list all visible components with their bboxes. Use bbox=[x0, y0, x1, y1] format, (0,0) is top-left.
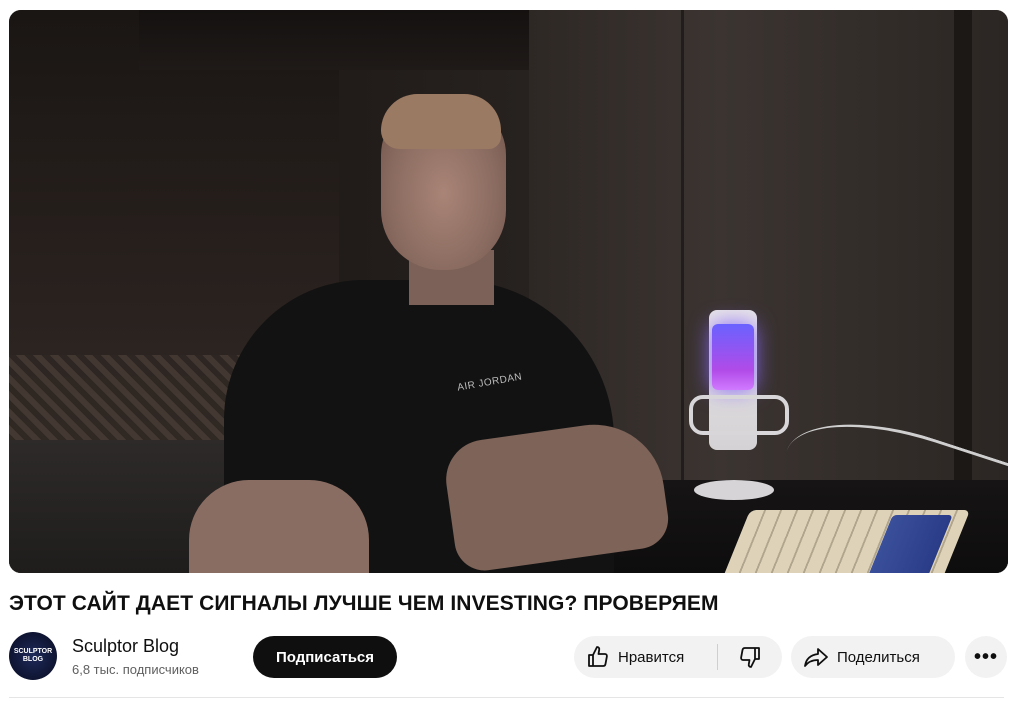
thumbs-down-icon bbox=[738, 645, 762, 669]
video-microphone-base bbox=[694, 480, 774, 500]
avatar-logo-text: SCULPTOR BLOG bbox=[13, 648, 53, 663]
like-dislike-group: Нравится bbox=[574, 636, 782, 678]
share-label: Поделиться bbox=[837, 648, 920, 666]
share-arrow-icon bbox=[803, 645, 829, 669]
video-person-arm-left bbox=[189, 480, 369, 573]
video-panel-seam bbox=[681, 10, 684, 480]
thumbs-up-icon bbox=[586, 645, 610, 669]
like-label: Нравится bbox=[618, 648, 685, 666]
video-microphone-mount bbox=[689, 395, 789, 435]
video-player[interactable]: AIR JORDAN bbox=[9, 10, 1008, 573]
channel-name[interactable]: Sculptor Blog bbox=[72, 636, 179, 657]
video-panel-seam bbox=[954, 10, 972, 480]
video-ceiling bbox=[139, 10, 539, 70]
video-microphone-glow bbox=[712, 324, 754, 390]
share-button[interactable]: Поделиться bbox=[791, 636, 955, 678]
more-dots-icon: ••• bbox=[973, 645, 998, 668]
like-button[interactable]: Нравится bbox=[574, 636, 717, 678]
subscriber-count: 6,8 тыс. подписчиков bbox=[72, 662, 199, 677]
channel-avatar[interactable]: SCULPTOR BLOG bbox=[9, 632, 57, 680]
more-options-button[interactable]: ••• bbox=[965, 636, 1007, 678]
dislike-button[interactable] bbox=[718, 636, 782, 678]
subscribe-button[interactable]: Подписаться bbox=[253, 636, 397, 678]
video-title: ЭТОТ САЙТ ДАЕТ СИГНАЛЫ ЛУЧШЕ ЧЕМ INVESTI… bbox=[9, 592, 719, 615]
video-person-hair bbox=[381, 94, 501, 149]
section-divider bbox=[9, 697, 1004, 698]
